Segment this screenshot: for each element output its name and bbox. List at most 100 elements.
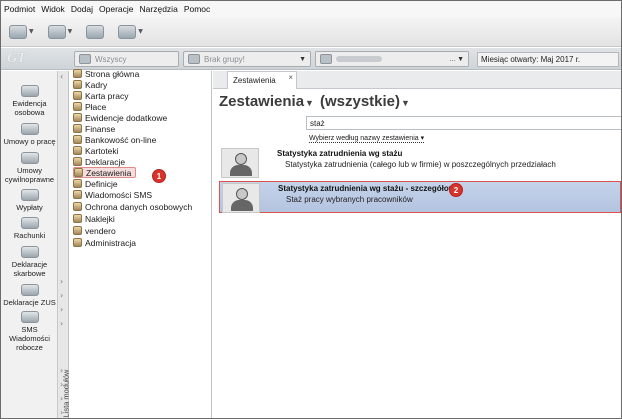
zus-icon [20, 284, 39, 296]
building-icon [79, 54, 91, 64]
nav-item-wiadomosci-sms[interactable]: Wiadomości SMS [73, 189, 152, 200]
nav-item-naklejki[interactable]: Naklejki [73, 213, 115, 224]
report-avatar-icon [221, 148, 259, 178]
nav-item-administracja[interactable]: Administracja [73, 237, 136, 248]
subject-combo[interactable]: … ▼ [315, 51, 469, 67]
menu-pomoc[interactable]: Pomoc [184, 4, 210, 14]
result-row[interactable]: Statystyka zatrudnienia wg stażu Statyst… [219, 147, 621, 179]
menu-widok[interactable]: Widok [41, 4, 65, 14]
menu-narzedzia[interactable]: Narzędzia [140, 4, 178, 14]
module-label: Ewidencja osobowa [12, 99, 47, 117]
nav-item-kadry[interactable]: Kadry [73, 79, 107, 90]
nav-item-place[interactable]: Płace [73, 101, 106, 112]
tab-zestawienia[interactable]: Zestawienia × [227, 71, 297, 89]
nav-item-bankowosc[interactable]: Bankowość on-line [73, 134, 156, 145]
company-combo[interactable]: Wszyscy [74, 51, 179, 67]
main-content: Zestawienia × Zestawienia ▼ (wszystkie) … [213, 71, 621, 418]
nav-item-label: Wiadomości SMS [85, 189, 153, 200]
result-title: Statystyka zatrudnienia wg stażu [277, 149, 403, 158]
staff-icon [73, 80, 82, 89]
refresh-icon [86, 24, 105, 39]
sms-icon [73, 190, 82, 199]
group-combo-value: Brak grupy! [204, 54, 245, 64]
module-list-strip[interactable]: ‹ › › › › › › › › Lista modułów [58, 71, 71, 418]
vendero-icon [73, 226, 82, 235]
module-umowy-cywilnoprawne[interactable]: Umowy cywilnoprawne [1, 152, 58, 184]
company-combo-value: Wszyscy [95, 54, 127, 64]
menu-operacje[interactable]: Operacje [99, 4, 134, 14]
module-label: SMS Wiadomości robocze [9, 325, 50, 352]
nav-item-kartoteki[interactable]: Kartoteki [73, 145, 119, 156]
search-input[interactable] [306, 116, 621, 130]
nav-tree: Strona główna Kadry Karta pracy Płace Ew… [69, 68, 212, 418]
toolbar-export-button[interactable]: ▼ [47, 24, 73, 39]
gt-logo: GT [7, 51, 26, 66]
nav-item-karta-pracy[interactable]: Karta pracy [73, 90, 128, 101]
menu-dodaj[interactable]: Dodaj [71, 4, 93, 14]
chevron-down-icon: ▼ [138, 28, 143, 35]
nav-item-finanse[interactable]: Finanse [73, 123, 115, 134]
declaration-icon [73, 157, 82, 166]
module-label: Rachunki [13, 231, 46, 240]
module-label: Wypłaty [16, 203, 43, 212]
nav-item-label: Definicje [85, 178, 118, 189]
result-description: Statystyka zatrudnienia (całego lub w fi… [285, 160, 556, 169]
module-ewidencja-osobowa[interactable]: Ewidencja osobowa [1, 85, 58, 117]
nav-item-strona-glowna[interactable]: Strona główna [73, 68, 139, 79]
nav-item-label: Karta pracy [85, 90, 129, 101]
chevron-right-icon: › [60, 305, 64, 314]
chevron-left-icon: ‹ [60, 72, 64, 81]
label-icon [73, 214, 82, 223]
records-icon [73, 113, 82, 122]
timecard-icon [73, 91, 82, 100]
people-icon [20, 85, 39, 97]
step-marker-2: 2 [449, 183, 463, 197]
result-description: Staż pracy wybranych pracowników [286, 195, 413, 204]
group-combo[interactable]: Brak grupy! ▼ [183, 51, 311, 67]
folder-icon [73, 146, 82, 155]
chevron-down-icon[interactable]: ▼ [305, 98, 314, 108]
nav-item-zestawienia[interactable]: Zestawienia [73, 167, 137, 178]
chevron-down-icon: ▼ [29, 28, 34, 35]
module-rachunki[interactable]: Rachunki [1, 217, 58, 240]
module-deklaracje-skarbowe[interactable]: Deklaracje skarbowe [1, 246, 58, 278]
nav-item-label: Ochrona danych osobowych [85, 201, 193, 212]
chevron-down-icon: ▼ [457, 55, 464, 63]
module-sms[interactable]: SMS Wiadomości robocze [1, 311, 58, 352]
heading-filter[interactable]: (wszystkie) [320, 93, 400, 110]
toolbar-refresh-button[interactable] [86, 24, 105, 39]
redacted-value [336, 56, 382, 62]
module-deklaracje-zus[interactable]: Deklaracje ZUS [1, 284, 58, 307]
nav-item-ochrona-danych[interactable]: Ochrona danych osobowych [73, 201, 192, 212]
tab-strip: Zestawienia × [213, 71, 621, 89]
report-icon [74, 168, 83, 177]
bills-icon [20, 217, 39, 229]
nav-item-label: Bankowość on-line [85, 134, 157, 145]
result-row[interactable]: Statystyka zatrudnienia wg stażu - szcze… [219, 181, 621, 213]
contract-icon [20, 123, 39, 135]
module-label: Umowy cywilnoprawne [4, 166, 55, 184]
building-icon [320, 54, 332, 64]
back-icon [9, 24, 27, 39]
filter-bar: GT Wszyscy Brak grupy! ▼ … ▼ Miesiąc otw… [1, 48, 621, 70]
module-umowy-o-prace[interactable]: Umowy o pracę [1, 123, 58, 146]
toolbar-help-button[interactable]: ▼ [118, 24, 143, 39]
nav-item-definicje[interactable]: Definicje [73, 178, 118, 189]
sort-selector[interactable]: Wybierz według nazwy zestawienia ▾ [309, 134, 425, 143]
payroll-icon [73, 102, 82, 111]
nav-item-deklaracje[interactable]: Deklaracje [73, 156, 125, 167]
nav-item-label: Kartoteki [85, 145, 119, 156]
heading-label[interactable]: Zestawienia [219, 93, 304, 110]
nav-item-vendero[interactable]: vendero [73, 225, 116, 236]
menu-podmiot[interactable]: Podmiot [4, 4, 35, 14]
nav-item-label: Ewidencje dodatkowe [85, 112, 168, 123]
toolbar-back-button[interactable]: ▼ [9, 24, 34, 39]
nav-item-label: Zestawienia [86, 167, 132, 178]
result-title: Statystyka zatrudnienia wg stażu - szcze… [278, 184, 460, 193]
module-wyplaty[interactable]: Wypłaty [1, 189, 58, 212]
chevron-down-icon: ▼ [67, 28, 73, 35]
close-icon[interactable]: × [288, 73, 293, 82]
nav-item-ewidencje-dodatkowe[interactable]: Ewidencje dodatkowe [73, 112, 167, 123]
chevron-down-icon: ▼ [299, 55, 306, 63]
chevron-down-icon[interactable]: ▼ [401, 98, 410, 108]
